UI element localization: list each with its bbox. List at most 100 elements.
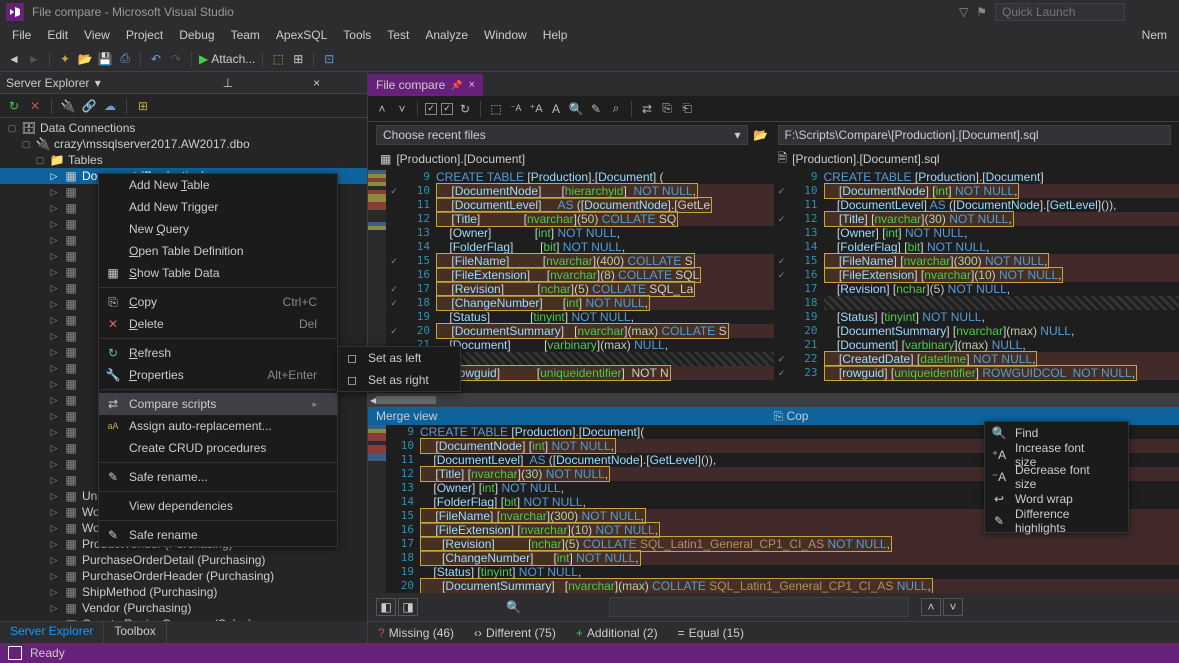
tree-item[interactable]: ▷▦PurchaseOrderHeader (Purchasing) bbox=[0, 568, 367, 584]
menu-test[interactable]: Test bbox=[379, 26, 417, 44]
diff-checkbox[interactable]: ✓ bbox=[774, 254, 790, 268]
ctx-item[interactable]: ⎘CopyCtrl+C bbox=[99, 291, 337, 313]
right-path-input[interactable]: F:\Scripts\Compare\[Production].[Documen… bbox=[778, 125, 1172, 145]
ctx-item[interactable]: Create CRUD procedures bbox=[99, 437, 337, 459]
tree-root[interactable]: ▢🗄Data Connections bbox=[0, 120, 367, 136]
tab-file-compare[interactable]: File compare 📌 × bbox=[368, 74, 483, 96]
whitespace-icon[interactable]: ⬚ bbox=[488, 101, 504, 117]
ctx-item[interactable]: ✕DeleteDel bbox=[99, 313, 337, 335]
toolbar-icon-1[interactable]: ⬚ bbox=[270, 51, 286, 67]
save-icon[interactable]: 💾 bbox=[97, 51, 113, 67]
tab-server-explorer[interactable]: Server Explorer bbox=[0, 621, 104, 643]
diff-checkbox[interactable] bbox=[774, 324, 790, 338]
diff-checkbox[interactable] bbox=[386, 268, 402, 282]
diff-checkbox[interactable] bbox=[386, 226, 402, 240]
diff-checkbox[interactable]: ✓ bbox=[774, 184, 790, 198]
azure-icon[interactable]: ☁ bbox=[102, 98, 118, 114]
h-scrollbar[interactable]: ◂ bbox=[368, 393, 1179, 407]
scrollbar-thumb[interactable] bbox=[376, 396, 436, 404]
diff-checkbox[interactable] bbox=[386, 170, 402, 184]
menu-help[interactable]: Help bbox=[535, 26, 576, 44]
quick-launch-input[interactable] bbox=[995, 3, 1125, 21]
search-input[interactable] bbox=[609, 597, 909, 617]
search-up-icon[interactable]: ˄ bbox=[921, 598, 941, 616]
forward-icon[interactable]: ► bbox=[26, 51, 42, 67]
tree-item[interactable]: ▷▦Vendor (Purchasing) bbox=[0, 600, 367, 616]
diff-checkbox[interactable] bbox=[386, 212, 402, 226]
diff-checkbox[interactable] bbox=[774, 338, 790, 352]
ctx-sub-item[interactable]: ◻Set as left bbox=[338, 347, 460, 369]
font-inc-icon[interactable]: ⁺A bbox=[528, 101, 544, 117]
ctx-item[interactable]: ↻Refresh bbox=[99, 342, 337, 364]
menu-tools[interactable]: Tools bbox=[335, 26, 379, 44]
ctx-item[interactable]: Open Table Definition bbox=[99, 240, 337, 262]
undo-icon[interactable]: ↶ bbox=[148, 51, 164, 67]
ctx-item[interactable]: ✎Safe rename... bbox=[99, 466, 337, 488]
editor-ctx-item[interactable]: ⁻ADecrease font size bbox=[985, 466, 1128, 488]
close-tab-icon[interactable]: × bbox=[469, 79, 475, 91]
menu-debug[interactable]: Debug bbox=[171, 26, 222, 44]
diff-checkbox[interactable] bbox=[386, 310, 402, 324]
recent-files-combo[interactable]: Choose recent files▾ bbox=[376, 125, 748, 145]
ctx-item[interactable]: New Query bbox=[99, 218, 337, 240]
connect-db-icon[interactable]: 🔗 bbox=[81, 98, 97, 114]
search-icon[interactable]: 🔍 bbox=[568, 101, 584, 117]
minimap-merge[interactable] bbox=[368, 425, 386, 593]
diff-checkbox[interactable]: ✓ bbox=[386, 184, 402, 198]
stop-icon[interactable]: ✕ bbox=[27, 98, 43, 114]
diff-checkbox[interactable]: ✓ bbox=[774, 352, 790, 366]
filter-icon[interactable]: ▽ bbox=[959, 5, 968, 19]
browse-left-icon[interactable]: 📂 bbox=[752, 126, 770, 144]
pin-icon[interactable]: 📌 bbox=[451, 80, 462, 91]
diff-checkbox[interactable]: ✓ bbox=[386, 254, 402, 268]
ctx-item[interactable]: Add New Table bbox=[99, 174, 337, 196]
redo-icon[interactable]: ↷ bbox=[168, 51, 184, 67]
diff-checkbox[interactable] bbox=[774, 240, 790, 254]
ctx-item[interactable]: aAAssign auto-replacement... bbox=[99, 415, 337, 437]
tree-connection[interactable]: ▢🔌crazy\mssqlserver2017.AW2017.dbo bbox=[0, 136, 367, 152]
ctx-item[interactable]: View dependencies bbox=[99, 495, 337, 517]
diff-checkbox[interactable] bbox=[386, 198, 402, 212]
menu-project[interactable]: Project bbox=[118, 26, 171, 44]
toolbar-icon-2[interactable]: ⊞ bbox=[290, 51, 306, 67]
diff-checkbox[interactable] bbox=[774, 310, 790, 324]
search-icon[interactable]: 🔍 bbox=[506, 600, 521, 614]
view-single-icon[interactable]: ◨ bbox=[398, 598, 418, 616]
ctx-sub-item[interactable]: ◻Set as right bbox=[338, 369, 460, 391]
diff-checkbox[interactable] bbox=[774, 282, 790, 296]
menu-file[interactable]: File bbox=[4, 26, 39, 44]
toolbar-icon-3[interactable]: ⊡ bbox=[321, 51, 337, 67]
ctx-item[interactable]: ⇄Compare scripts▸ bbox=[99, 393, 337, 415]
close-icon[interactable]: × bbox=[272, 76, 361, 90]
save-all-icon[interactable]: ⎙ bbox=[117, 51, 133, 67]
edit-icon[interactable]: ✎ bbox=[588, 101, 604, 117]
swap-icon[interactable]: ⇄ bbox=[639, 101, 655, 117]
pin-icon[interactable]: ⊥ bbox=[184, 76, 273, 90]
menu-window[interactable]: Window bbox=[476, 26, 535, 44]
diff-checkbox[interactable] bbox=[774, 296, 790, 310]
menu-view[interactable]: View bbox=[76, 26, 118, 44]
diff-checkbox[interactable]: ✓ bbox=[774, 268, 790, 282]
tree-tables-node[interactable]: ▢📁Tables bbox=[0, 152, 367, 168]
ctx-item[interactable]: Add New Trigger bbox=[99, 196, 337, 218]
editor-ctx-item[interactable]: ✎Difference highlights bbox=[985, 510, 1128, 532]
menu-analyze[interactable]: Analyze bbox=[417, 26, 476, 44]
open-icon[interactable]: 📂 bbox=[77, 51, 93, 67]
search-down-icon[interactable]: ˅ bbox=[943, 598, 963, 616]
connect-icon[interactable]: 🔌 bbox=[60, 98, 76, 114]
regex-icon[interactable]: ⌕ bbox=[608, 101, 624, 117]
diff-checkbox[interactable] bbox=[386, 240, 402, 254]
tree-item[interactable]: ▷▦ShipMethod (Purchasing) bbox=[0, 584, 367, 600]
diff-checkbox[interactable] bbox=[774, 226, 790, 240]
diff-checkbox[interactable] bbox=[774, 198, 790, 212]
checkbox-2[interactable]: ✓ bbox=[441, 103, 453, 115]
dropdown-icon[interactable]: ▾ bbox=[95, 76, 184, 90]
diff-checkbox[interactable] bbox=[774, 170, 790, 184]
copy-right-icon[interactable]: ⎗ bbox=[679, 101, 695, 117]
new-project-icon[interactable]: ✦ bbox=[57, 51, 73, 67]
ctx-item[interactable]: ▦Show Table Data bbox=[99, 262, 337, 284]
code-left[interactable]: CREATE TABLE [Production].[Document] ( [… bbox=[436, 170, 774, 393]
attach-button[interactable]: ▶ Attach... bbox=[199, 52, 255, 66]
prev-diff-icon[interactable]: ˄ bbox=[374, 101, 390, 117]
code-right[interactable]: CREATE TABLE [Production].[Document] [Do… bbox=[824, 170, 1179, 393]
